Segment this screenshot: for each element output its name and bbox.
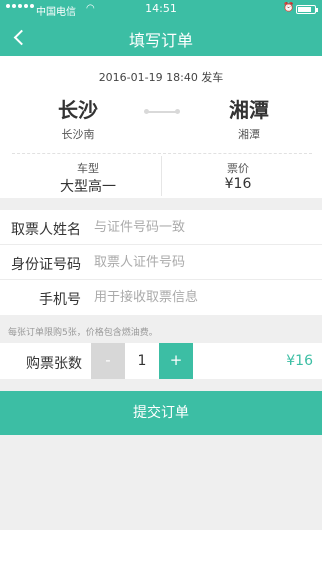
nav-bar: 填写订单 — [0, 18, 322, 56]
page-title: 填写订单 — [128, 31, 193, 50]
passenger-form: 取票人姓名 身份证号码 手机号 — [0, 210, 322, 315]
price-value: ¥16 — [224, 176, 252, 192]
decrease-button[interactable]: - — [91, 343, 125, 379]
bottom-area — [0, 530, 322, 572]
id-number-input[interactable] — [94, 251, 309, 273]
to-city: 湘潭 — [229, 98, 269, 122]
route-line — [144, 109, 180, 114]
total-price: ¥16 — [286, 353, 313, 369]
phone-row: 手机号 — [0, 280, 322, 315]
name-label: 取票人姓名 — [11, 222, 81, 238]
bus-type-value: 大型高一 — [60, 179, 116, 195]
clock-time: 14:51 — [145, 2, 177, 15]
quantity-value: 1 — [137, 353, 147, 369]
name-input[interactable] — [94, 216, 309, 238]
phone-input[interactable] — [94, 286, 309, 308]
from-station: 长沙南 — [61, 128, 95, 141]
bus-type-label: 车型 — [77, 162, 99, 175]
to-station: 湘潭 — [238, 128, 260, 141]
quantity-label: 购票张数 — [26, 356, 82, 372]
id-label: 身份证号码 — [11, 257, 81, 273]
departure-time: 2016-01-19 18:40 发车 — [98, 71, 224, 84]
battery-icon — [296, 5, 318, 14]
status-bar: 中国电信 ◠ 14:51 ⏰ — [0, 0, 322, 18]
quantity-row: 购票张数 - 1 + ¥16 — [0, 343, 322, 379]
trip-card: 2016-01-19 18:40 发车 长沙 长沙南 湘潭 湘潭 车型 大型高一… — [0, 56, 322, 198]
id-row: 身份证号码 — [0, 245, 322, 280]
increase-button[interactable]: + — [159, 343, 193, 379]
submit-order-button[interactable]: 提交订单 — [0, 391, 322, 435]
vertical-divider — [161, 156, 162, 196]
from-city: 长沙 — [58, 98, 98, 122]
name-row: 取票人姓名 — [0, 210, 322, 245]
alarm-icon: ⏰ — [283, 3, 295, 13]
purchase-notice: 每张订单限购5张，价格包含燃油费。 — [8, 328, 158, 338]
phone-label: 手机号 — [39, 292, 81, 308]
dashed-divider — [12, 153, 312, 154]
price-label: 票价 — [227, 162, 249, 175]
